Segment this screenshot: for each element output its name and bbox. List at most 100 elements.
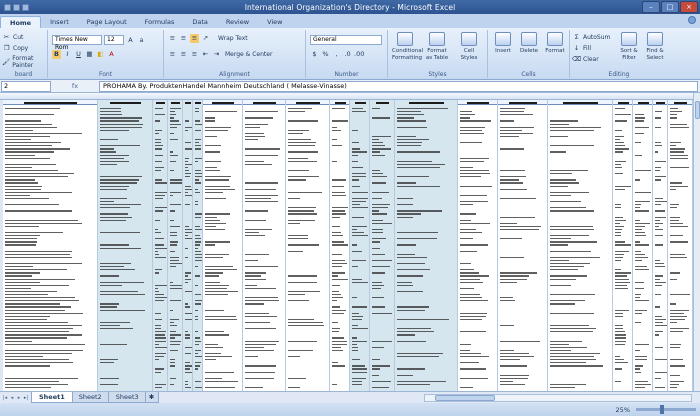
align-bottom-icon[interactable]: ≡: [190, 34, 199, 43]
conditional-formatting-button[interactable]: Conditional Formatting: [392, 32, 423, 61]
save-icon[interactable]: [4, 3, 11, 11]
align-left-icon[interactable]: ≡: [168, 50, 177, 59]
horizontal-scrollbar[interactable]: [424, 394, 692, 402]
decrease-indent-icon[interactable]: ⇤: [201, 50, 210, 59]
cell-text: [396, 256, 428, 259]
sheet-tab-2[interactable]: Sheet2: [70, 392, 110, 403]
cell-text: [184, 387, 191, 389]
align-top-icon[interactable]: ≡: [168, 34, 177, 43]
currency-icon[interactable]: $: [310, 50, 319, 59]
insert-button[interactable]: Insert: [490, 32, 516, 55]
cell-text: [194, 250, 201, 252]
cell-text: [194, 275, 200, 277]
cut-button[interactable]: ✂ Cut: [2, 33, 24, 42]
tab-insert[interactable]: Insert: [41, 16, 78, 28]
align-center-icon[interactable]: ≡: [179, 50, 188, 59]
help-icon[interactable]: [688, 16, 696, 24]
worksheet[interactable]: [0, 93, 693, 391]
cell-text: [287, 160, 317, 162]
cell-text: [499, 148, 524, 150]
prev-sheet-icon[interactable]: ◂: [9, 394, 15, 402]
copy-button[interactable]: ❐ Copy: [2, 44, 29, 53]
tab-view[interactable]: View: [258, 16, 291, 28]
sort-filter-button[interactable]: Sort & Filter: [616, 32, 642, 61]
maximize-button[interactable]: □: [661, 1, 679, 13]
undo-icon[interactable]: [13, 3, 20, 11]
zoom-slider[interactable]: [636, 405, 696, 414]
clear-button[interactable]: ⌫ Clear: [572, 55, 599, 64]
sheet-tab-3[interactable]: Sheet3: [107, 392, 147, 403]
cell-text: [499, 275, 530, 277]
grow-font-icon[interactable]: A: [126, 36, 135, 45]
cell-text: [459, 272, 479, 274]
find-select-button[interactable]: Find & Select: [642, 32, 668, 61]
cell-text: [614, 337, 626, 339]
name-box[interactable]: 2: [1, 80, 51, 92]
tab-data[interactable]: Data: [183, 16, 217, 28]
delete-button[interactable]: Delete: [516, 32, 542, 55]
fill-button[interactable]: ↓ Fill: [572, 44, 591, 53]
wrap-text-button[interactable]: Wrap Text: [218, 35, 248, 42]
minimize-button[interactable]: –: [642, 1, 660, 13]
zoom-level[interactable]: 25%: [616, 406, 630, 414]
last-sheet-icon[interactable]: ▸|: [23, 394, 29, 402]
tab-review[interactable]: Review: [217, 16, 258, 28]
merge-center-button[interactable]: Merge & Center: [225, 51, 272, 58]
tab-page-layout[interactable]: Page Layout: [78, 16, 136, 28]
cell-text: [459, 343, 471, 345]
borders-icon[interactable]: ▦: [85, 50, 94, 59]
underline-icon[interactable]: U: [74, 50, 83, 59]
fx-icon[interactable]: fx: [72, 82, 78, 90]
cell-text: [287, 179, 306, 181]
format-painter-button[interactable]: 🖌 Format Painter: [2, 55, 47, 69]
font-color-icon[interactable]: A: [107, 50, 116, 59]
number-format-select[interactable]: General: [310, 35, 382, 45]
cell-text: [634, 383, 652, 386]
cell-grid[interactable]: [3, 100, 693, 391]
cell-text: [459, 160, 484, 162]
next-sheet-icon[interactable]: ▸: [16, 394, 22, 402]
shrink-font-icon[interactable]: a: [137, 36, 146, 45]
cell-text: [4, 142, 61, 144]
cell-text: [184, 337, 190, 339]
tab-formulas[interactable]: Formulas: [136, 16, 184, 28]
increase-decimal-icon[interactable]: .0: [343, 50, 352, 59]
cell-text: [99, 359, 119, 361]
align-middle-icon[interactable]: ≡: [179, 34, 188, 43]
cell-text: [351, 266, 358, 268]
vertical-scrollbar[interactable]: [693, 93, 700, 391]
sheet-tab-1[interactable]: Sheet1: [31, 392, 73, 403]
horizontal-scroll-thumb[interactable]: [435, 395, 495, 401]
format-as-table-button[interactable]: Format as Table: [424, 32, 450, 61]
format-button[interactable]: Format: [542, 32, 568, 55]
tab-home[interactable]: Home: [0, 16, 42, 28]
vertical-scroll-thumb[interactable]: [695, 101, 700, 119]
cell-text: [244, 284, 257, 286]
formula-input[interactable]: PROHAMA By. ProduktenHandel Mannheim Deu…: [99, 80, 698, 92]
bold-icon[interactable]: B: [52, 50, 61, 59]
cell-text: [669, 318, 685, 321]
cell-text: [614, 219, 627, 221]
cell-text: [549, 228, 595, 231]
comma-icon[interactable]: ,: [332, 50, 341, 59]
first-sheet-icon[interactable]: |◂: [2, 394, 8, 402]
italic-icon[interactable]: I: [63, 50, 72, 59]
fill-color-icon[interactable]: ◧: [96, 50, 105, 59]
cell-text: [244, 340, 279, 342]
decrease-decimal-icon[interactable]: .00: [354, 50, 364, 59]
font-name-select[interactable]: Times New Rom: [52, 35, 102, 51]
align-right-icon[interactable]: ≡: [190, 50, 199, 59]
zoom-slider-thumb[interactable]: [660, 405, 664, 414]
redo-icon[interactable]: [22, 3, 29, 11]
orientation-icon[interactable]: ↗: [201, 34, 210, 43]
cell-text: [669, 114, 678, 116]
close-button[interactable]: ×: [680, 1, 698, 13]
autosum-button[interactable]: Σ AutoSum: [572, 33, 610, 42]
increase-indent-icon[interactable]: ⇥: [212, 50, 221, 59]
cell-text: [351, 297, 358, 299]
insert-sheet-icon[interactable]: ✱: [144, 392, 159, 403]
cell-text: [99, 114, 122, 116]
font-size-select[interactable]: 12: [104, 35, 124, 45]
cell-styles-button[interactable]: Cell Styles: [456, 32, 482, 61]
percent-icon[interactable]: %: [321, 50, 330, 59]
